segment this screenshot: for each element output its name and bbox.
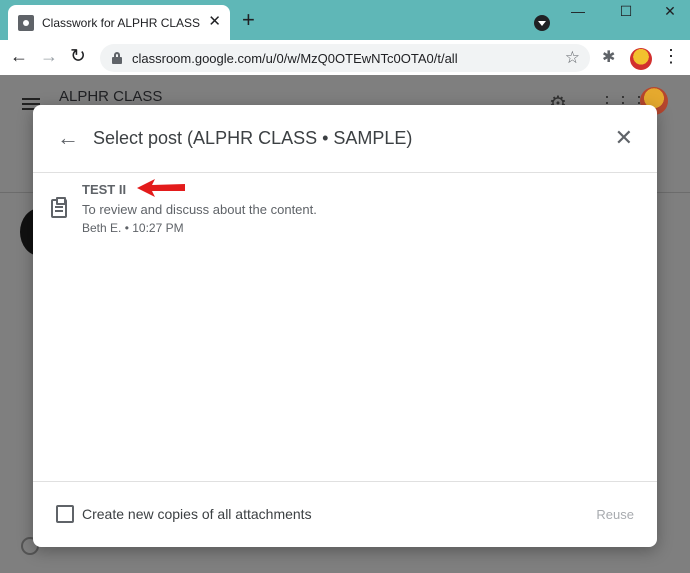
browser-tab[interactable]: Classwork for ALPHR CLASS SAMPLE ✕ [8, 5, 230, 40]
maximize-button[interactable]: ☐ [611, 3, 641, 20]
classroom-favicon-icon [18, 14, 34, 31]
browser-forward-button[interactable]: → [40, 46, 58, 67]
browser-profile-avatar[interactable] [630, 48, 652, 70]
extensions-icon[interactable]: ✱ [602, 47, 615, 67]
dialog-divider [33, 172, 657, 173]
post-description: To review and discuss about the content. [82, 202, 317, 217]
dialog-close-button[interactable]: ✕ [615, 125, 633, 151]
class-name: ALPHR CLASS [59, 88, 163, 105]
tab-close-icon[interactable]: ✕ [208, 14, 221, 30]
close-window-button[interactable]: ✕ [655, 3, 685, 20]
assignment-clipboard-icon [51, 197, 67, 218]
browser-menu-icon[interactable]: ⋮ [662, 46, 680, 67]
post-title: TEST II [82, 182, 127, 197]
address-bar: ← → ↻ classroom.google.com/u/0/w/MzQ0OTE… [0, 40, 690, 75]
url-text: classroom.google.com/u/0/w/MzQ0OTEwNTc0O… [132, 50, 458, 66]
new-tab-button[interactable]: + [242, 9, 255, 31]
tab-title: Classwork for ALPHR CLASS SAMPLE [42, 15, 202, 30]
dialog-title: Select post (ALPHR CLASS • SAMPLE) [93, 128, 413, 148]
bookmark-star-icon[interactable]: ☆ [565, 48, 580, 68]
minimize-button[interactable]: — [563, 3, 593, 19]
tab-bar: Classwork for ALPHR CLASS SAMPLE ✕ + — ☐… [0, 0, 690, 40]
profile-menu-icon[interactable] [534, 15, 550, 31]
reload-button[interactable]: ↻ [70, 45, 86, 68]
post-meta: Beth E. • 10:27 PM [82, 221, 184, 235]
lock-icon[interactable] [112, 52, 122, 64]
dialog-back-button[interactable]: ← [57, 125, 79, 151]
url-input[interactable]: classroom.google.com/u/0/w/MzQ0OTEwNTc0O… [100, 44, 590, 72]
copy-attachments-checkbox[interactable] [56, 505, 74, 523]
footer-divider [33, 481, 657, 482]
browser-back-button[interactable]: ← [10, 46, 28, 67]
red-arrow-annotation-icon [137, 179, 185, 197]
reuse-button[interactable]: Reuse [596, 507, 634, 522]
copy-attachments-label[interactable]: Create new copies of all attachments [82, 506, 312, 522]
select-post-dialog: ← Select post (ALPHR CLASS • SAMPLE) ✕ T… [33, 105, 657, 547]
